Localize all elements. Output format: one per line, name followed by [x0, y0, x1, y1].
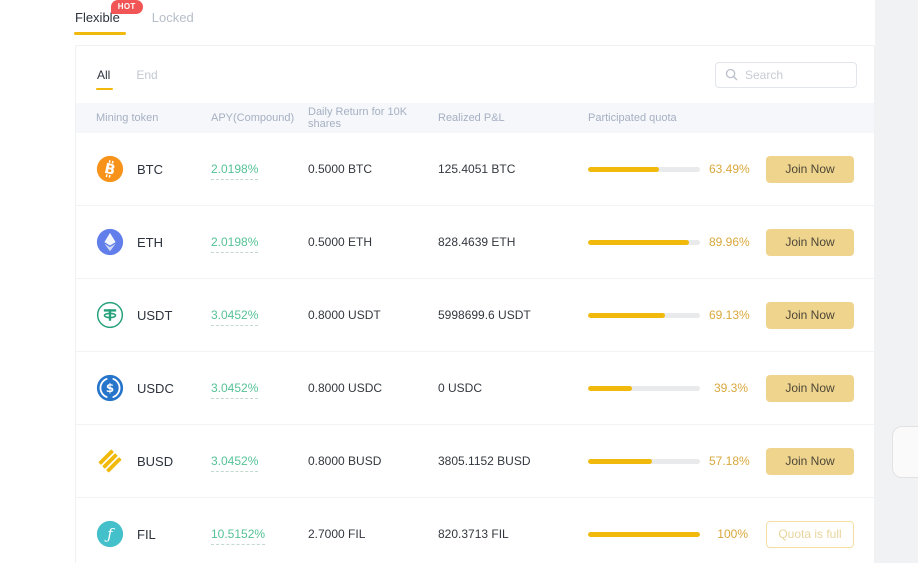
join-now-button[interactable]: Join Now — [766, 374, 854, 402]
product-tabs: Flexible HOT Locked — [74, 0, 194, 35]
token-name: FIL — [137, 526, 156, 542]
quota-progress-fill — [588, 385, 633, 391]
filter-all[interactable]: All — [96, 62, 114, 90]
daily-return-value: 0.5000 BTC — [308, 162, 373, 176]
quota-percent: 69.13% — [709, 308, 750, 322]
header-apy: APY(Compound) — [211, 112, 295, 124]
table-row: B BTC 2.0198% 0.5000 BTC 125.4051 BTC 63… — [76, 133, 874, 206]
usdc-coin-icon: $ — [96, 374, 124, 402]
quota-progress-bar — [588, 385, 700, 391]
quota-progress-fill — [588, 239, 689, 245]
table-row: $ USDC 3.0452% 0.8000 USDC 0 USDC 39.3% … — [76, 352, 874, 425]
apy-value[interactable]: 10.5152% — [211, 527, 266, 545]
apy-value[interactable]: 3.0452% — [211, 308, 259, 326]
quota-progress-fill — [588, 458, 653, 464]
page: Flexible HOT Locked All End Mining token… — [0, 0, 918, 563]
tab-flexible[interactable]: Flexible HOT — [74, 0, 143, 35]
daily-return-value: 0.8000 USDC — [308, 381, 383, 395]
hot-badge: HOT — [110, 0, 143, 14]
apy-value[interactable]: 2.0198% — [211, 162, 259, 180]
usdt-coin-icon — [96, 301, 124, 329]
token-name: BTC — [137, 161, 163, 177]
quota-percent: 100% — [717, 527, 748, 541]
search-box[interactable] — [715, 61, 857, 88]
realized-pnl-value: 0 USDC — [438, 381, 483, 395]
quota-percent: 63.49% — [709, 162, 750, 176]
realized-pnl-value: 828.4639 ETH — [438, 235, 516, 249]
header-daily-return: Daily Return for 10K shares — [308, 106, 408, 130]
header-realized-pnl: Realized P&L — [438, 112, 505, 124]
header-mining-token: Mining token — [96, 112, 159, 124]
tab-locked-label: Locked — [151, 10, 194, 25]
floating-widget[interactable] — [892, 426, 918, 478]
busd-coin-icon — [96, 447, 124, 475]
eth-coin-icon — [96, 228, 124, 256]
table-body: B BTC 2.0198% 0.5000 BTC 125.4051 BTC 63… — [76, 133, 874, 563]
tab-locked[interactable]: Locked — [152, 10, 194, 35]
quota-progress-fill — [588, 166, 660, 172]
realized-pnl-value: 5998699.6 USDT — [438, 308, 531, 322]
status-filters: All End — [96, 62, 159, 90]
filter-end[interactable]: End — [135, 62, 158, 88]
join-now-button[interactable]: Join Now — [766, 301, 854, 329]
quota-progress-fill — [588, 531, 700, 537]
realized-pnl-value: 125.4051 BTC — [438, 162, 516, 176]
join-now-button[interactable]: Join Now — [766, 228, 854, 256]
token-name: USDC — [137, 380, 174, 396]
fil-coin-icon: ƒ — [96, 520, 124, 548]
realized-pnl-value: 3805.1152 BUSD — [438, 454, 531, 468]
quota-progress-bar — [588, 458, 700, 464]
quota-percent: 39.3% — [713, 381, 748, 395]
table-row: USDT 3.0452% 0.8000 USDT 5998699.6 USDT … — [76, 279, 874, 352]
daily-return-value: 2.7000 FIL — [308, 527, 366, 541]
quota-progress-bar — [588, 312, 700, 318]
quota-progress-bar — [588, 166, 700, 172]
token-name: USDT — [137, 307, 173, 323]
join-now-button[interactable]: Join Now — [766, 447, 854, 475]
join-now-button[interactable]: Join Now — [766, 155, 854, 183]
mining-card: All End Mining token APY(Compound) Daily… — [75, 45, 875, 563]
daily-return-value: 0.8000 BUSD — [308, 454, 382, 468]
table-row: ETH 2.0198% 0.5000 ETH 828.4639 ETH 89.9… — [76, 206, 874, 279]
btc-coin-icon: B — [96, 155, 124, 183]
table-header: Mining token APY(Compound) Daily Return … — [76, 103, 874, 133]
realized-pnl-value: 820.3713 FIL — [438, 527, 509, 541]
quota-percent: 89.96% — [709, 235, 750, 249]
search-input[interactable] — [745, 67, 847, 82]
svg-text:$: $ — [106, 381, 114, 395]
token-name: ETH — [137, 234, 163, 250]
daily-return-value: 0.5000 ETH — [308, 235, 373, 249]
table-row: BUSD 3.0452% 0.8000 BUSD 3805.1152 BUSD … — [76, 425, 874, 498]
quota-progress-fill — [588, 312, 666, 318]
quota-full-button: Quota is full — [766, 520, 854, 548]
search-icon — [725, 68, 738, 81]
page-right-gutter — [875, 0, 918, 563]
token-name: BUSD — [137, 453, 174, 469]
daily-return-value: 0.8000 USDT — [308, 308, 381, 322]
toolbar: All End — [76, 46, 874, 103]
quota-percent: 57.18% — [709, 454, 750, 468]
header-participated-quota: Participated quota — [588, 112, 677, 124]
apy-value[interactable]: 3.0452% — [211, 381, 259, 399]
table-row: ƒ FIL 10.5152% 2.7000 FIL 820.3713 FIL 1… — [76, 498, 874, 563]
quota-progress-bar — [588, 239, 700, 245]
quota-progress-bar — [588, 531, 700, 537]
apy-value[interactable]: 3.0452% — [211, 454, 259, 472]
apy-value[interactable]: 2.0198% — [211, 235, 259, 253]
